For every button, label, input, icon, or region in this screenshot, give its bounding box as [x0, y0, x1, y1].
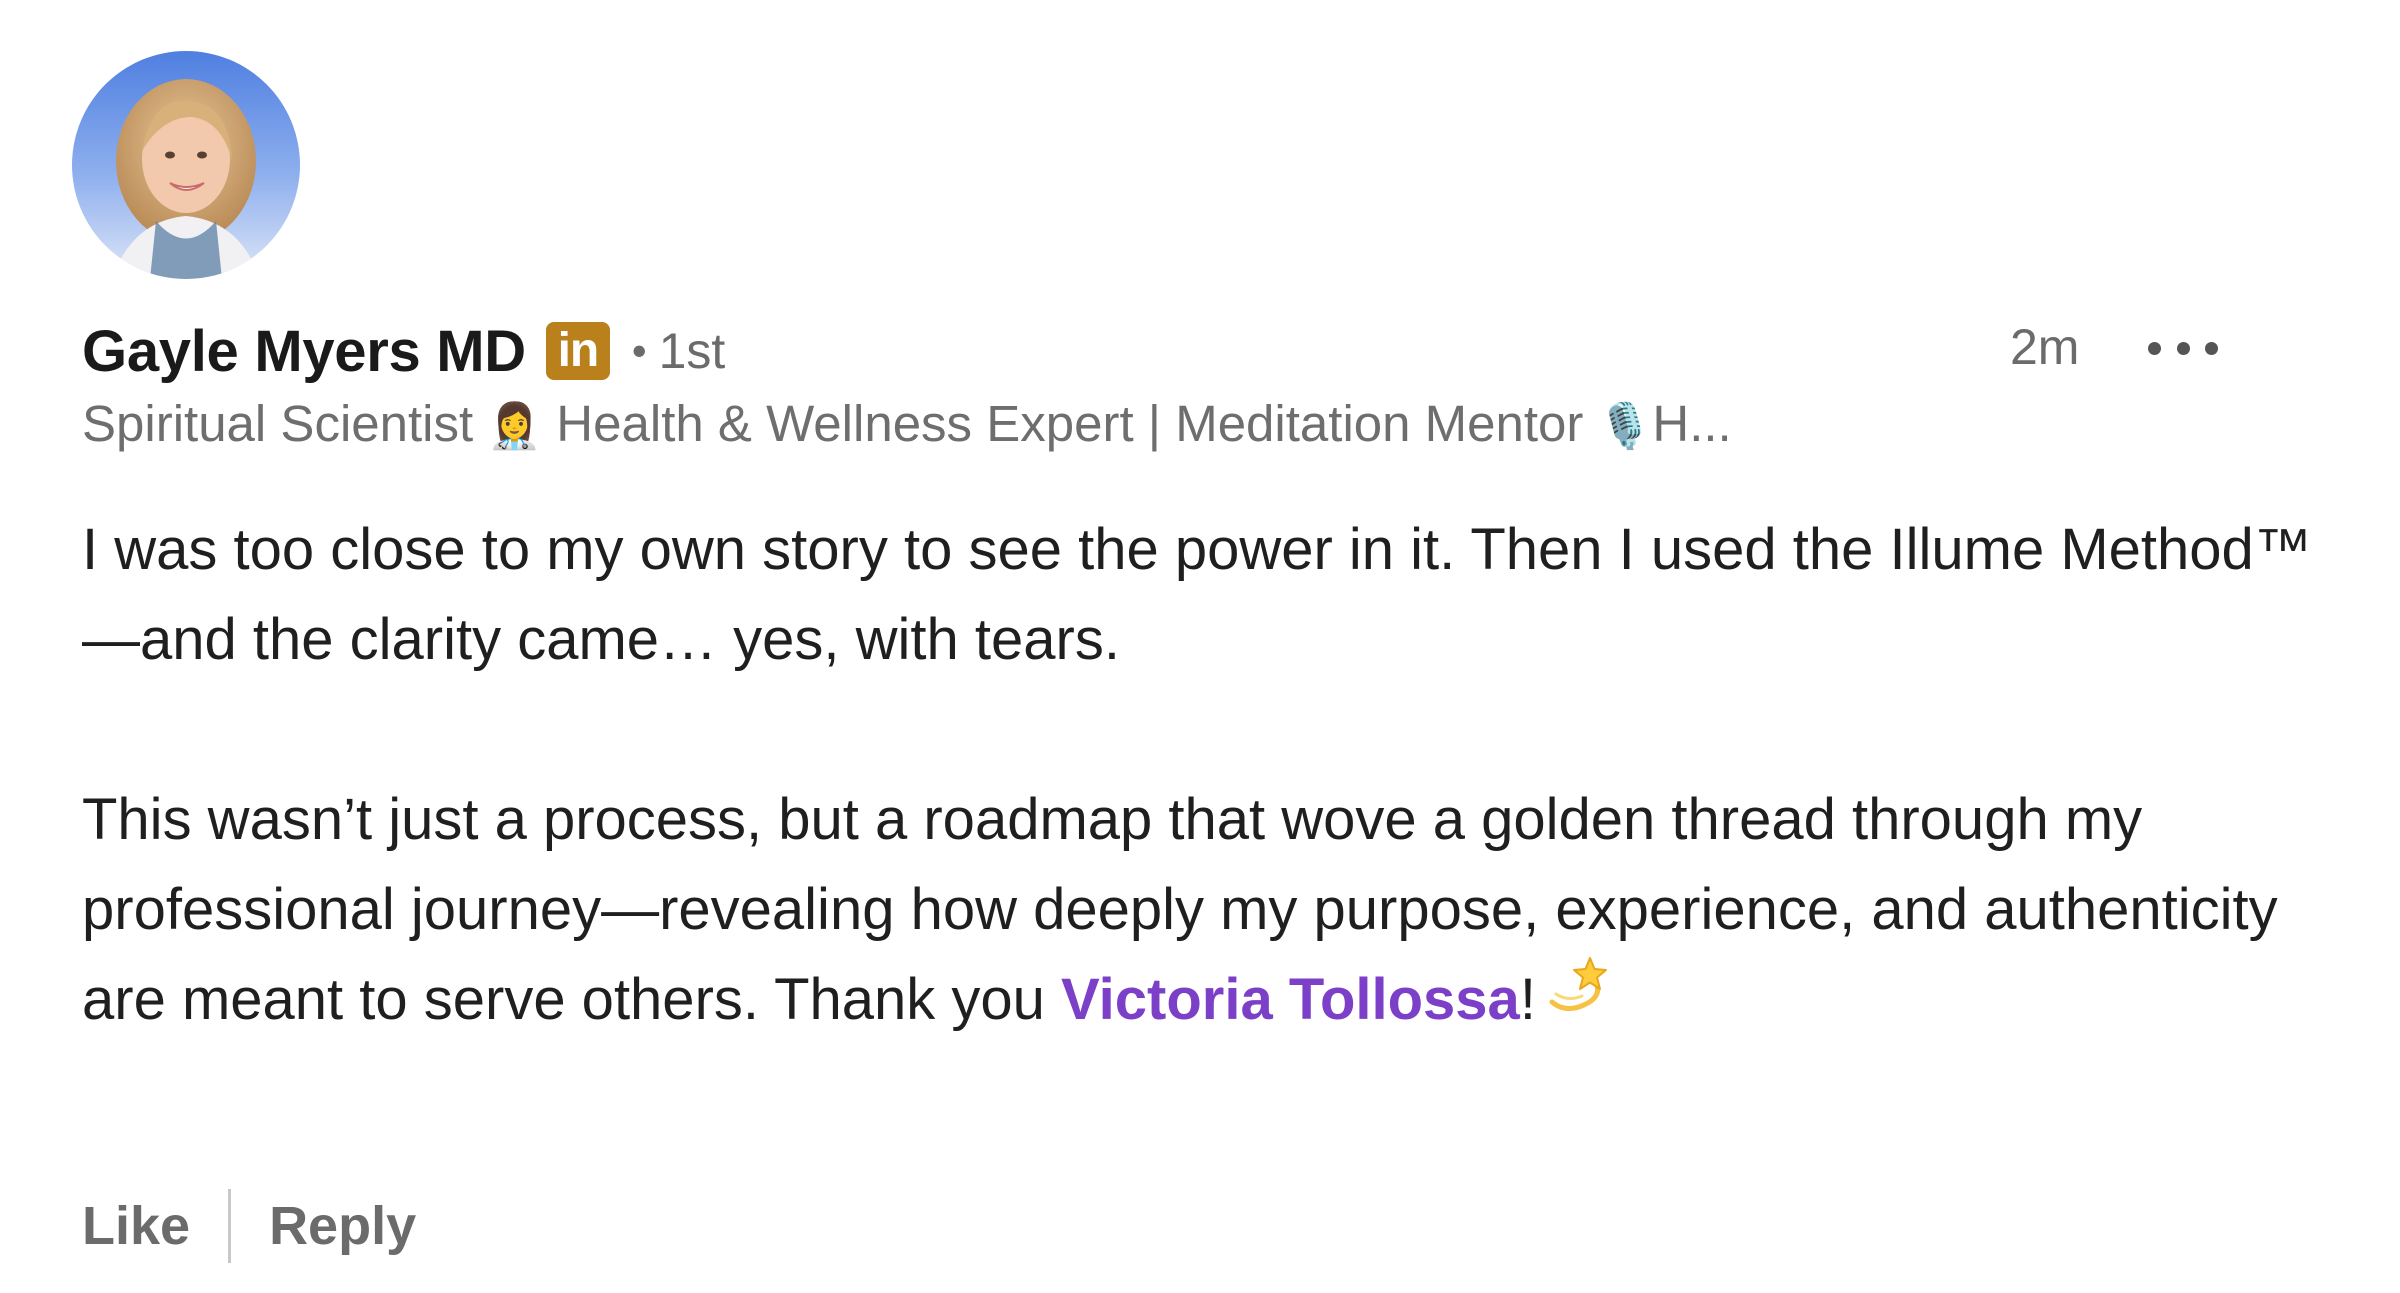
dizzy-star-emoji-icon — [1546, 952, 1610, 1042]
headline-text: Health & Wellness Expert | Meditation Me… — [542, 395, 1598, 452]
avatar-photo — [72, 51, 300, 279]
comment-header: Gayle Myers MD in • 1st — [82, 316, 725, 386]
reply-button[interactable]: Reply — [269, 1195, 416, 1257]
comment-timestamp: 2m — [2010, 319, 2080, 375]
comment-body: I was too close to my own story to see t… — [82, 505, 2332, 1045]
headline-text: Spiritual Scientist — [82, 395, 488, 452]
more-dot — [2205, 341, 2218, 355]
separator-dot: • — [631, 327, 647, 374]
connection-degree: 1st — [658, 323, 726, 379]
health-worker-emoji-icon: 👩‍⚕️ — [487, 401, 543, 452]
comment-paragraph: I was too close to my own story to see t… — [82, 517, 2312, 672]
more-dot — [2176, 341, 2190, 355]
author-name[interactable]: Gayle Myers MD — [82, 318, 526, 385]
comment-actions: Like Reply — [82, 1188, 416, 1264]
more-dot — [2148, 341, 2161, 355]
linkedin-badge-icon: in — [545, 322, 610, 380]
more-options-button[interactable] — [2148, 320, 2218, 376]
comment-paragraph: This wasn’t just a process, but a roadma… — [82, 775, 2332, 1045]
headline-text: H... — [1652, 395, 1732, 452]
author-headline: Spiritual Scientist 👩‍⚕️ Health & Wellne… — [82, 394, 1732, 453]
like-button[interactable]: Like — [82, 1195, 190, 1257]
microphone-emoji-icon: 🎙️ — [1597, 401, 1653, 452]
author-avatar[interactable] — [72, 51, 300, 279]
action-divider — [228, 1189, 232, 1263]
comment-card: Gayle Myers MD in • 1st 2m Spiritual Sci… — [0, 0, 2400, 1293]
mention-link[interactable]: Victoria Tollossa — [1061, 967, 1520, 1032]
comment-text: ! — [1519, 967, 1536, 1032]
